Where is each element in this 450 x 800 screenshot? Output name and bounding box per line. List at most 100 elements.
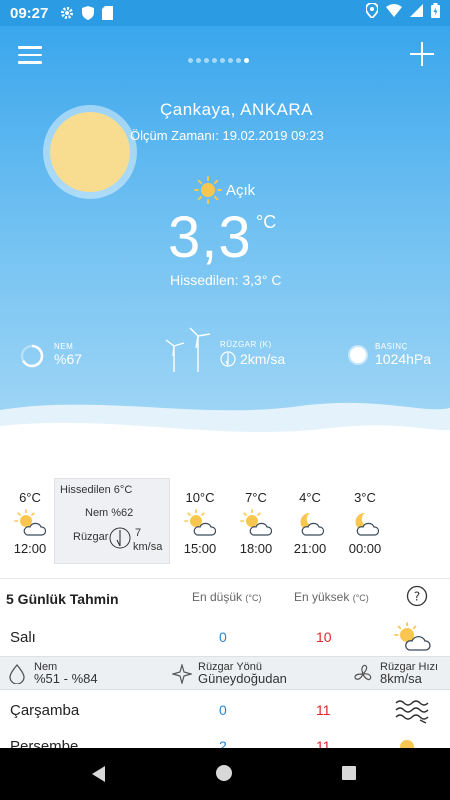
forecast-header: 5 Günlük Tahmin En düşük (°C) En yüksek …	[0, 578, 450, 620]
high-header-label: En yüksek	[294, 590, 350, 604]
page-dot	[236, 58, 241, 63]
hour-temp: 3°C	[354, 490, 376, 505]
moon-cloud-icon	[300, 512, 325, 536]
home-button[interactable]	[216, 765, 232, 781]
navigation-bar	[0, 748, 450, 800]
wifi-icon	[386, 4, 402, 22]
settings-icon	[60, 6, 74, 20]
back-icon[interactable]	[90, 765, 108, 783]
wind-direction-icon	[220, 351, 236, 367]
recents-button[interactable]	[342, 766, 356, 780]
humidity-label: NEM	[54, 342, 74, 351]
menu-button[interactable]	[18, 46, 42, 66]
detail-wind-unit: km/sa	[133, 541, 163, 553]
condition-label: Açık	[226, 181, 256, 199]
sun-cloud-icon	[14, 509, 46, 536]
sun-cloud-icon	[184, 509, 216, 536]
menu-icon-bar	[18, 53, 42, 56]
detail-wind-label: Rüzgar	[73, 531, 109, 543]
plus-icon	[410, 42, 434, 66]
hour-item[interactable]: 6°C 12:00	[2, 478, 58, 556]
moon-cloud-icon	[355, 512, 380, 536]
humidity-ring-icon	[20, 344, 44, 368]
page-dot	[220, 58, 225, 63]
five-day-forecast: 5 Günlük Tahmin En düşük (°C) En yüksek …	[0, 578, 450, 763]
page-dot	[204, 58, 209, 63]
high-header: En yüksek (°C)	[294, 590, 369, 604]
sun-icon	[50, 112, 130, 192]
wind-label: RÜZGAR (K)	[220, 340, 272, 349]
condition: Açık	[194, 176, 255, 204]
status-time: 09:27	[10, 4, 49, 22]
detail-humidity-value: %51 - %84	[34, 671, 98, 686]
hour-time: 21:00	[293, 541, 327, 556]
help-glyph: ?	[414, 590, 420, 604]
page-dot-active	[244, 58, 249, 63]
measurement-time: Ölçüm Zamanı: 19.02.2019 09:23	[130, 128, 324, 143]
low-header: En düşük (°C)	[192, 590, 261, 604]
page-dot	[212, 58, 217, 63]
add-location-button[interactable]	[408, 40, 436, 68]
page-dot	[196, 58, 201, 63]
low-header-label: En düşük	[192, 590, 243, 604]
signal-icon	[410, 4, 423, 22]
detail-wind-direction: Rüzgar Yönü Güneydoğudan	[198, 661, 287, 685]
detail-wind-speed: Rüzgar Hızı 8km/sa	[380, 661, 438, 685]
status-bar: 09:27	[0, 0, 450, 26]
wind-turbine-icon	[165, 327, 211, 372]
day-high: 10	[316, 629, 332, 645]
hour-item[interactable]: 3°C 00:00	[337, 478, 393, 556]
day-name: Salı	[10, 629, 36, 646]
hour-temp: 4°C	[299, 490, 321, 505]
feels-like: Hissedilen: 3,3° C	[170, 272, 282, 288]
help-icon[interactable]: ?	[406, 585, 428, 607]
forecast-title: 5 Günlük Tahmin	[6, 591, 119, 607]
droplet-icon	[9, 664, 25, 684]
hour-item[interactable]: 7°C 18:00	[228, 478, 284, 556]
hour-temp: 10°C	[185, 490, 215, 505]
wind-waves-icon	[395, 700, 429, 724]
current-weather-panel: Çankaya, ANKARA Ölçüm Zamanı: 19.02.2019…	[0, 26, 450, 456]
city-name[interactable]: Çankaya, ANKARA	[160, 100, 313, 120]
detail-wind-dir-value: Güneydoğudan	[198, 671, 287, 686]
day-low: 0	[219, 702, 227, 718]
hour-item[interactable]: 4°C 21:00	[282, 478, 338, 556]
temperature-unit: °C	[256, 212, 277, 232]
hour-time: 00:00	[348, 541, 382, 556]
humidity-value: %67	[54, 351, 83, 367]
hour-item[interactable]: 10°C 15:00	[172, 478, 228, 556]
menu-icon-bar	[18, 46, 42, 49]
high-header-unit: (°C)	[352, 593, 369, 603]
battery-icon	[431, 3, 440, 23]
location-icon	[365, 2, 379, 23]
hourly-forecast[interactable]: 6°C 12:00 Hissedilen 6°C Nem %62 Rüzgar …	[0, 478, 450, 570]
wind-value: 2km/sa	[240, 351, 286, 367]
detail-wind-speed-value: 8km/sa	[380, 671, 422, 686]
page-dot	[188, 58, 193, 63]
day-detail: Nem %51 - %84 Rüzgar Yönü Güneydoğudan R…	[0, 656, 450, 690]
pressure-label: BASINÇ	[375, 342, 408, 351]
hour-time: 12:00	[13, 541, 47, 556]
page-indicator[interactable]	[188, 58, 249, 63]
hero-wave	[0, 402, 450, 456]
sun-cloud-icon	[240, 509, 272, 536]
low-header-unit: (°C)	[245, 593, 262, 603]
pressure-value: 1024hPa	[375, 351, 432, 367]
menu-icon-bar	[18, 61, 42, 64]
sd-card-icon	[102, 6, 114, 20]
sun-cloud-icon	[394, 622, 431, 651]
hour-detail-card: Hissedilen 6°C Nem %62 Rüzgar 7 km/sa	[54, 478, 170, 564]
day-low: 0	[219, 629, 227, 645]
detail-humidity: Nem %62	[85, 507, 134, 519]
shield-icon	[82, 6, 95, 20]
forecast-day-row[interactable]: Çarşamba 0 11	[0, 690, 450, 730]
compass-icon	[172, 664, 192, 684]
day-high: 11	[316, 702, 331, 718]
detail-feels: Hissedilen 6°C	[60, 484, 133, 496]
hour-temp: 6°C	[19, 490, 41, 505]
page-dot	[228, 58, 233, 63]
current-temperature: 3,3	[168, 205, 252, 270]
forecast-day-row[interactable]: Salı 0 10	[0, 620, 450, 656]
day-name: Çarşamba	[10, 702, 80, 719]
wind-direction-icon	[109, 527, 131, 549]
